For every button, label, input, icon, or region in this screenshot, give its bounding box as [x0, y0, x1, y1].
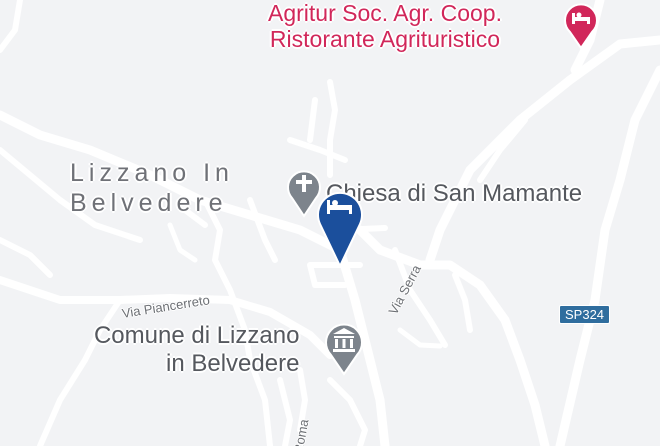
hotel-bed-icon[interactable] — [314, 184, 366, 268]
town-label-line2: Belvedere — [70, 189, 228, 217]
map-canvas[interactable]: Lizzano In Belvedere Agritur Soc. Agr. C… — [0, 0, 660, 446]
comune-label[interactable]: Comune di Lizzano in Belvedere — [80, 322, 299, 378]
town-label-line1: Lizzano In — [70, 159, 234, 187]
comune-label-line1: Comune di Lizzano — [93, 322, 300, 349]
agritur-poi-label[interactable]: Agritur Soc. Agr. Coop. Ristorante Agrit… — [268, 0, 502, 52]
agritur-poi-label-line2: Ristorante Agrituristico — [269, 26, 501, 52]
city-hall-icon[interactable] — [324, 318, 364, 376]
bed-icon[interactable] — [562, 0, 600, 50]
road-shield-sp324: SP324 — [559, 305, 611, 324]
town-label: Lizzano In Belvedere — [70, 158, 234, 218]
comune-label-line2: in Belvedere — [166, 350, 300, 377]
agritur-poi-label-line1: Agritur Soc. Agr. Coop. — [268, 0, 502, 26]
